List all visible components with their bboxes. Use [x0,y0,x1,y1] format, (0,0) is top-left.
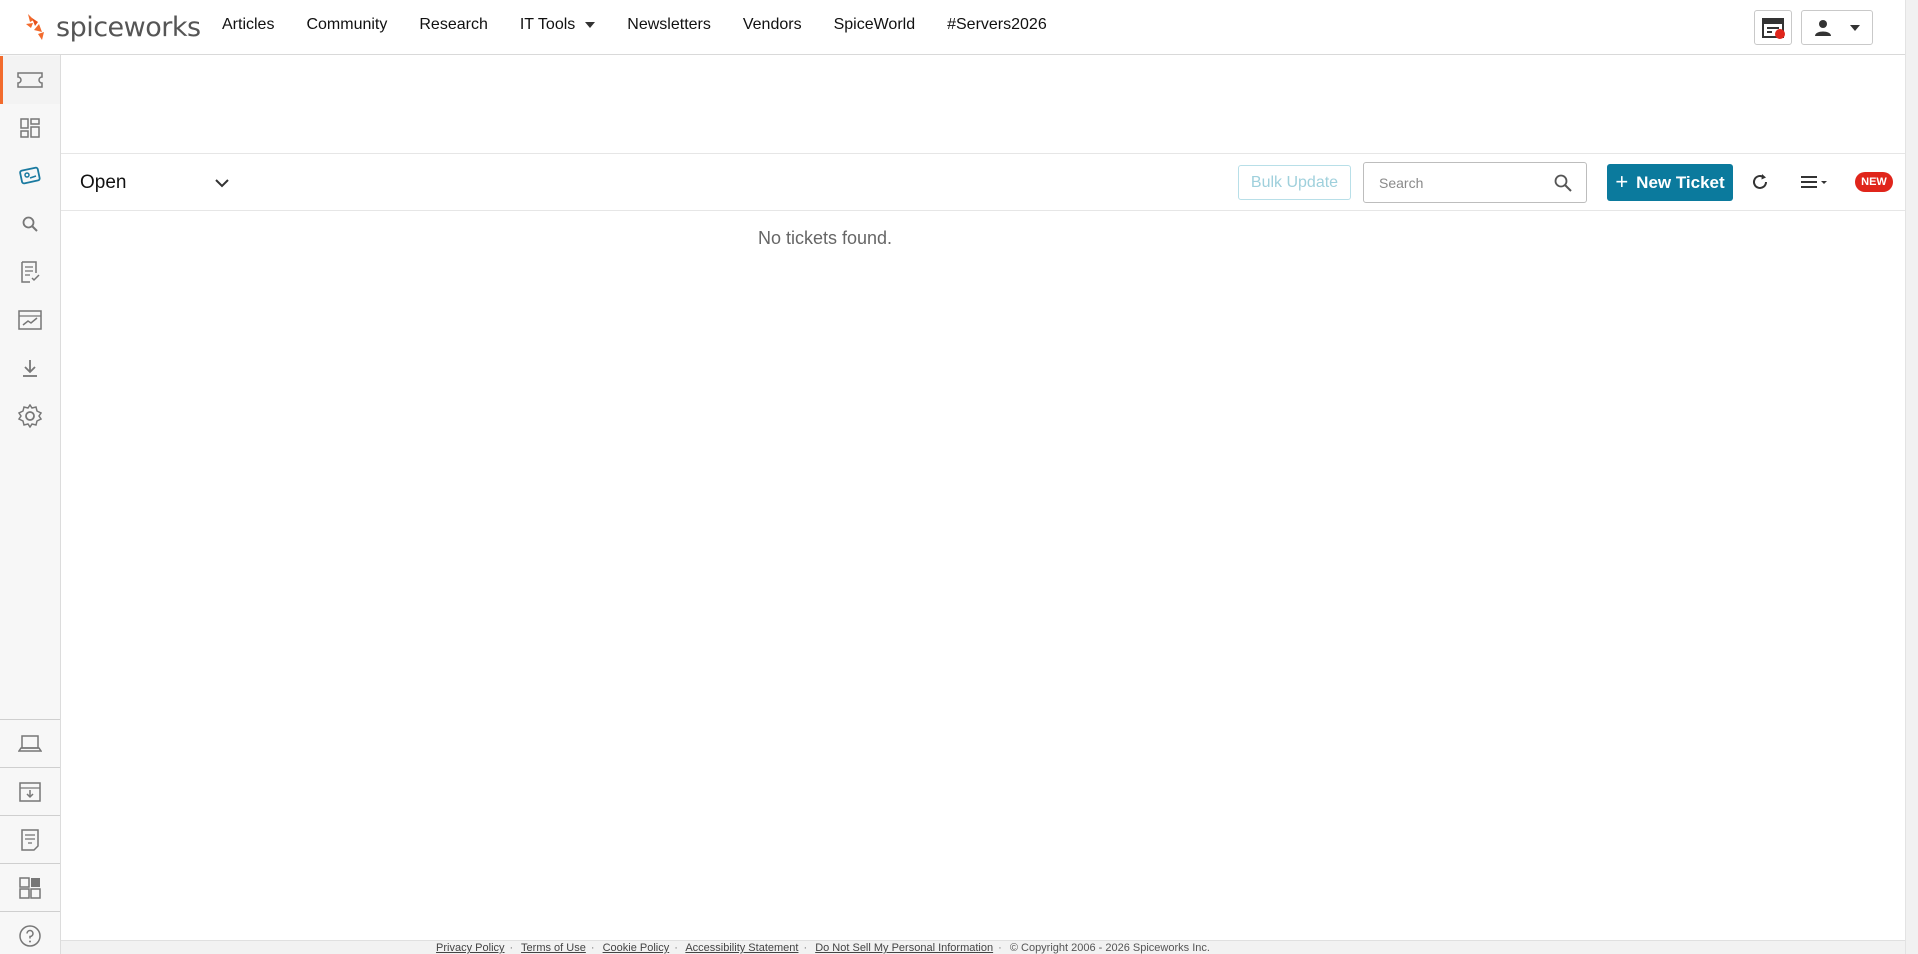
download-icon [23,360,37,377]
spiceworks-logo[interactable]: spiceworks [22,9,201,45]
person-icon [1815,19,1831,36]
footer-separator: · [509,942,514,954]
refresh-icon [1753,174,1767,189]
sidebar-item-search[interactable] [0,200,60,248]
checklist-icon [21,261,40,283]
nav-spiceworld[interactable]: SpiceWorld [834,16,916,34]
caret-down-icon [585,22,596,28]
nav-research[interactable]: Research [419,16,487,34]
nav-newsletters-label: Newsletters [627,16,711,33]
sidebar-item-downloads[interactable] [0,344,60,392]
footer-link-terms[interactable]: Terms of Use [521,942,586,954]
list-view-icon [1801,176,1827,188]
sidebar-item-helpdesk[interactable] [0,56,60,104]
search-icon [22,216,38,232]
left-sidebar [0,55,61,954]
content-banner [61,55,1905,154]
sidebar-item-help[interactable] [0,912,60,954]
nav-servers2026-label: #Servers2026 [947,16,1047,33]
nav-community-label: Community [306,16,388,33]
filter-label: Open [80,172,127,193]
nav-vendors-label: Vendors [742,16,802,33]
chevron-down-icon [1850,24,1860,31]
copyright-text: © Copyright 2006 - 2026 Spiceworks Inc. [1009,942,1210,954]
spiceworks-logo-mark-icon [22,10,56,44]
reports-icon [18,310,42,330]
widgets-button[interactable] [1754,10,1792,45]
laptop-icon [18,735,42,752]
sidebar-item-tickets[interactable] [0,152,60,200]
nav-spiceworld-label: SpiceWorld [833,16,916,33]
sidebar-item-apps[interactable] [0,864,60,912]
footer-separator: · [590,942,595,954]
footer-link-accessibility[interactable]: Accessibility Statement [685,942,798,954]
tickets-tag-icon [19,166,41,185]
sidebar-item-inbox[interactable] [0,768,60,816]
new-ticket-button[interactable]: + New Ticket [1607,164,1733,201]
sidebar-item-devices[interactable] [0,720,60,768]
view-options-button[interactable] [1794,168,1834,196]
sidebar-item-dashboard[interactable] [0,104,60,152]
sidebar-item-settings[interactable] [0,392,60,440]
user-menu-button[interactable] [1801,10,1873,45]
nav-articles-label: Articles [222,16,275,33]
footer-link-privacy[interactable]: Privacy Policy [436,942,504,954]
sidebar-item-reports[interactable] [0,296,60,344]
footer-link-cookie[interactable]: Cookie Policy [603,942,670,954]
nav-community[interactable]: Community [306,16,387,34]
search-icon[interactable] [1554,174,1572,192]
search-input[interactable] [1364,174,1544,191]
nav-articles[interactable]: Articles [222,16,274,34]
apps-grid-icon [19,877,41,899]
sidebar-item-checklist[interactable] [0,248,60,296]
empty-state-message: No tickets found. [757,228,893,248]
nav-servers2026[interactable]: #Servers2026 [947,16,1047,34]
footer-separator: · [998,942,1002,954]
inbox-download-icon [19,782,41,802]
footer-separator: · [803,942,808,954]
nav-newsletters[interactable]: Newsletters [627,16,711,34]
footer-link-do-not-sell[interactable]: Do Not Sell My Personal Information [815,942,993,954]
nav-it-tools-label: IT Tools [519,16,576,33]
brand-name: spiceworks [56,11,201,43]
chevron-down-icon [215,179,229,188]
nav-it-tools[interactable]: IT Tools [519,16,596,34]
top-header: spiceworks Articles Community Research I… [0,0,1905,55]
gear-icon [18,404,42,428]
plus-icon: + [1615,168,1629,194]
nav-research-label: Research [419,16,488,33]
help-icon [19,925,41,947]
ticket-filter-dropdown[interactable]: Open [80,168,230,198]
main-nav: Articles Community Research IT Tools New… [222,16,1079,34]
page-scrollbar[interactable] [1905,0,1918,954]
ticket-search[interactable] [1363,162,1587,203]
tickets-toolbar: Open Bulk Update + New Ticket NEW [61,154,1905,211]
new-badge: NEW [1855,172,1893,192]
document-icon [21,829,39,851]
bulk-update-button[interactable]: Bulk Update [1238,165,1351,200]
ticket-icon [17,72,43,88]
refresh-button[interactable] [1746,168,1774,196]
page-footer: Privacy Policy · Terms of Use · Cookie Pol… [61,940,1905,954]
nav-vendors[interactable]: Vendors [743,16,802,34]
dashboard-icon [20,118,40,138]
new-ticket-label: New Ticket [1636,172,1725,192]
footer-separator: · [674,942,678,954]
notification-dot [1775,29,1785,39]
sidebar-item-documents[interactable] [0,816,60,864]
